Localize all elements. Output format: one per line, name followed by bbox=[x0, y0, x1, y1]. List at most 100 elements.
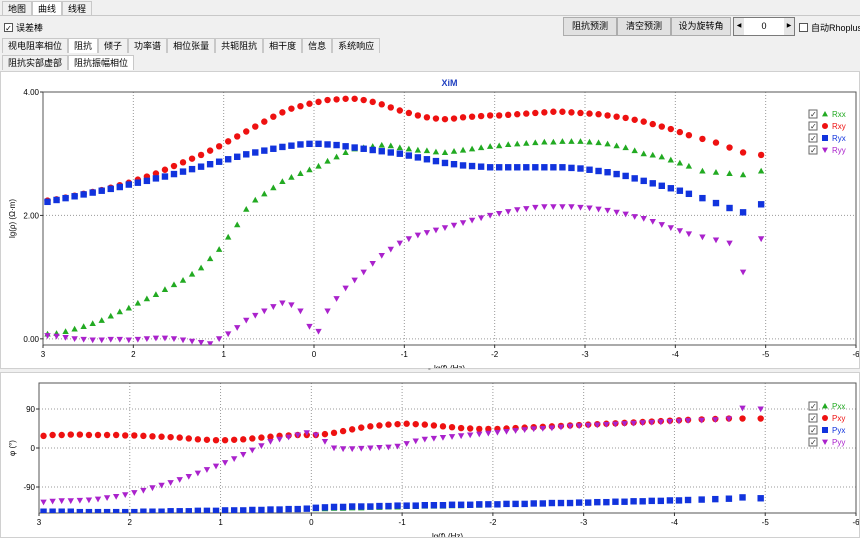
tab-sub_tabs-3[interactable]: 功率谱 bbox=[128, 38, 168, 53]
data-point-ryy bbox=[107, 336, 114, 343]
data-point-rxx bbox=[667, 156, 675, 163]
data-point-rxx bbox=[550, 138, 557, 145]
data-point-rxy bbox=[577, 109, 584, 117]
data-point-pxx bbox=[77, 516, 83, 522]
data-point-pyx bbox=[58, 508, 65, 513]
data-point-pxy bbox=[212, 437, 220, 444]
data-point-pyy bbox=[194, 470, 202, 477]
auto-rhoplus-checkbox[interactable]: 自动Rhoplus bbox=[799, 21, 860, 34]
data-point-pyy bbox=[131, 490, 138, 496]
data-point-rxx bbox=[595, 139, 602, 146]
data-point-ryy bbox=[441, 225, 449, 231]
data-point-ryy bbox=[270, 304, 277, 310]
tab-sub_tabs-5[interactable]: 共轭阻抗 bbox=[215, 38, 264, 53]
tab-sub_tabs-0[interactable]: 视电阻率相位 bbox=[2, 38, 69, 53]
data-point-ryx bbox=[505, 164, 512, 171]
data-point-pyx bbox=[566, 499, 574, 507]
x-tick-label: -5 bbox=[762, 350, 770, 359]
data-point-rxx bbox=[270, 184, 277, 191]
data-point-rxx bbox=[586, 138, 593, 145]
data-point-pxy bbox=[158, 433, 165, 440]
rotation-angle-value[interactable]: 0 bbox=[744, 18, 784, 35]
data-point-pxx bbox=[204, 514, 210, 520]
set-rotation-angle-button[interactable]: 设为旋转角 bbox=[671, 17, 731, 36]
error-bar-checkbox[interactable]: ✓ 误差棒 bbox=[4, 21, 43, 34]
data-point-pyx bbox=[485, 501, 492, 508]
data-point-pxy bbox=[466, 425, 474, 432]
data-point-pyx bbox=[594, 498, 601, 506]
data-point-pyx bbox=[167, 508, 174, 513]
data-point-ryy bbox=[396, 240, 404, 247]
spinner-left-arrow-icon[interactable]: ◀ bbox=[734, 18, 744, 35]
data-point-pyx bbox=[312, 504, 320, 511]
data-point-pyx bbox=[40, 508, 47, 513]
tab-main_tabs-1[interactable]: 曲线 bbox=[32, 1, 63, 16]
data-point-ryy bbox=[577, 204, 584, 211]
rotation-angle-spinner[interactable]: ◀ 0 ▶ bbox=[733, 17, 795, 36]
error-bar-check-icon[interactable]: ✓ bbox=[4, 23, 13, 33]
legend-check-icon: ✓ bbox=[810, 402, 817, 411]
data-point-ryy bbox=[414, 232, 422, 239]
tab-sub_tabs2-1[interactable]: 阻抗振幅相位 bbox=[68, 55, 135, 70]
data-point-rxx bbox=[252, 196, 259, 203]
data-point-ryx bbox=[523, 164, 530, 171]
data-point-rxx bbox=[459, 146, 467, 153]
auto-rhoplus-box-icon[interactable] bbox=[799, 23, 808, 32]
data-point-pxx bbox=[58, 516, 64, 522]
data-point-pyx bbox=[421, 502, 429, 509]
tab-sub_tabs-1[interactable]: 阻抗 bbox=[68, 38, 99, 53]
data-point-pxx bbox=[158, 515, 164, 521]
data-point-pyx bbox=[612, 498, 619, 505]
data-point-ryy bbox=[726, 240, 733, 247]
data-point-pxy bbox=[376, 422, 383, 429]
splitter-handle-icon[interactable]: ° bbox=[428, 368, 431, 375]
data-point-ryx bbox=[604, 169, 611, 176]
tab-sub_tabs-2[interactable]: 倾子 bbox=[98, 38, 129, 53]
impedance-predict-button[interactable]: 阻抗预测 bbox=[563, 17, 617, 36]
x-tick-label: -5 bbox=[762, 518, 770, 527]
data-point-rxy bbox=[369, 98, 376, 106]
data-point-pxy bbox=[94, 431, 102, 439]
data-point-ryy bbox=[243, 317, 250, 324]
data-point-pyy bbox=[49, 498, 56, 505]
x-tick-label: -3 bbox=[580, 518, 588, 527]
data-point-pyx bbox=[630, 498, 637, 505]
data-point-ryy bbox=[505, 209, 512, 215]
data-point-rxx bbox=[206, 255, 214, 262]
spinner-right-arrow-icon[interactable]: ▶ bbox=[784, 18, 794, 35]
data-point-pyx bbox=[221, 507, 229, 513]
data-point-pxy bbox=[367, 423, 374, 430]
data-point-rxx bbox=[450, 148, 458, 154]
tab-main_tabs-2[interactable]: 线程 bbox=[62, 1, 93, 16]
data-point-pxx bbox=[68, 516, 74, 522]
data-point-pyy bbox=[521, 427, 528, 433]
data-point-rxy bbox=[541, 109, 548, 116]
data-point-rxx bbox=[699, 167, 706, 174]
data-point-ryy bbox=[288, 302, 295, 309]
data-point-rxx bbox=[215, 246, 223, 252]
legend-label-pxx: Pxx bbox=[832, 402, 845, 411]
data-point-ryx bbox=[288, 142, 295, 149]
data-point-ryy bbox=[170, 336, 178, 343]
tab-sub_tabs2-0[interactable]: 阻抗实部虚部 bbox=[2, 55, 69, 70]
data-point-rxx bbox=[441, 149, 449, 156]
tab-sub_tabs-6[interactable]: 相干度 bbox=[263, 38, 303, 53]
data-point-rxx bbox=[757, 167, 765, 174]
data-point-pyy bbox=[221, 460, 229, 466]
data-point-pyx bbox=[476, 501, 483, 508]
tab-sub_tabs-8[interactable]: 系统响应 bbox=[332, 38, 381, 53]
tab-sub_tabs-4[interactable]: 相位张量 bbox=[167, 38, 216, 53]
tab-main_tabs-0[interactable]: 地图 bbox=[2, 1, 33, 16]
data-point-rxx bbox=[134, 299, 142, 306]
data-point-ryy bbox=[161, 335, 169, 342]
data-point-rxx bbox=[495, 142, 503, 149]
legend-marker-pxy bbox=[822, 415, 828, 421]
resistivity-chart-panel: 3 2 1 0 -1 -2 -3 -4 -5 -6 0.00 2.00 4.00 lg(f) (Hz) lg… bbox=[0, 71, 860, 369]
data-point-pyx bbox=[149, 508, 156, 513]
data-point-pxy bbox=[739, 415, 746, 422]
clear-predict-button[interactable]: 清空预测 bbox=[617, 17, 671, 36]
tab-sub_tabs-7[interactable]: 信息 bbox=[302, 38, 333, 53]
data-point-rxy bbox=[486, 112, 494, 119]
x-tick-label: -1 bbox=[401, 350, 409, 359]
data-point-ryy bbox=[604, 207, 611, 214]
